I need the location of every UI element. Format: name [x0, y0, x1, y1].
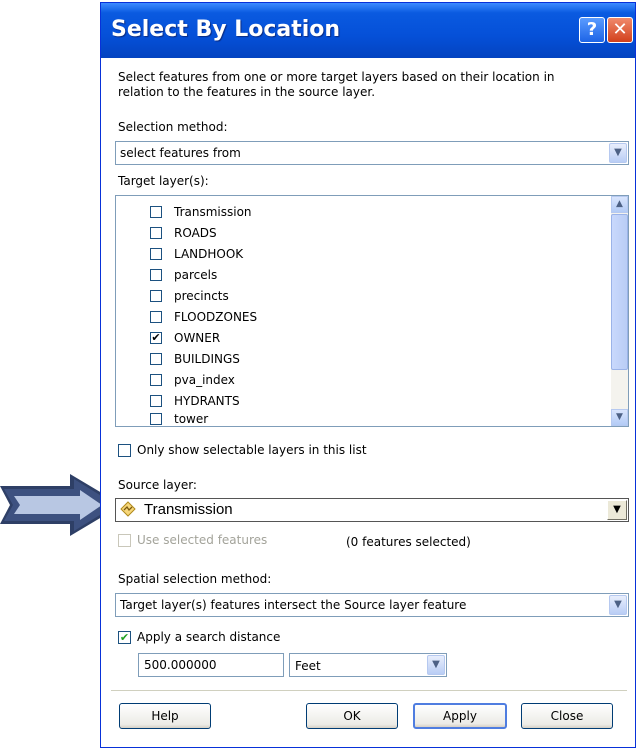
- description-text: Select features from one or more target …: [118, 70, 555, 99]
- layer-checkbox[interactable]: [150, 413, 162, 425]
- layer-checkbox[interactable]: [150, 227, 162, 239]
- source-layer-label: Source layer:: [118, 478, 197, 492]
- spatial-method-value: Target layer(s) features intersect the S…: [120, 598, 467, 612]
- target-layers-list[interactable]: Transmission ROADS LANDHOOK parcels prec…: [115, 195, 629, 427]
- layer-name: pva_index: [174, 373, 235, 387]
- layer-name: ROADS: [174, 226, 217, 240]
- use-selected-checkbox[interactable]: [118, 534, 131, 547]
- close-icon: ✕: [612, 19, 628, 40]
- use-selected-label: Use selected features: [137, 533, 268, 547]
- select-by-location-dialog: Select By Location ? ✕ Select features f…: [100, 2, 636, 748]
- layer-name: FLOODZONES: [174, 310, 258, 324]
- source-layer-value: Transmission: [144, 501, 233, 518]
- distance-unit-value: Feet: [295, 659, 321, 673]
- selection-method-dropdown[interactable]: select features from ▼: [115, 141, 629, 165]
- spatial-method-label: Spatial selection method:: [118, 572, 272, 586]
- line-layer-icon: [120, 501, 136, 517]
- layer-checkbox[interactable]: [150, 269, 162, 281]
- layer-list-scrollbar[interactable]: ▲ ▼: [611, 196, 628, 426]
- scroll-thumb[interactable]: [611, 214, 628, 370]
- search-distance-label: Apply a search distance: [137, 630, 281, 644]
- target-layers-label: Target layer(s):: [118, 174, 209, 188]
- checkmark-icon: ✔: [119, 631, 130, 644]
- layer-name: precincts: [174, 289, 229, 303]
- layer-name: LANDHOOK: [174, 247, 244, 261]
- dialog-title: Select By Location: [111, 17, 341, 42]
- help-button[interactable]: Help: [119, 703, 211, 729]
- chevron-down-icon[interactable]: ▼: [609, 143, 627, 163]
- question-icon: ?: [586, 19, 598, 40]
- chevron-down-icon[interactable]: ▼: [427, 655, 445, 675]
- chevron-up-icon: ▲: [616, 199, 623, 209]
- apply-button[interactable]: Apply: [413, 703, 507, 729]
- chevron-down-icon[interactable]: ▼: [609, 595, 627, 615]
- scroll-down-button[interactable]: ▼: [611, 409, 628, 426]
- layer-name: tower: [174, 412, 209, 426]
- source-layer-dropdown[interactable]: Transmission ▼: [115, 498, 629, 522]
- selection-method-value: select features from: [120, 146, 241, 160]
- chevron-down-icon[interactable]: ▼: [607, 500, 627, 520]
- layer-name: parcels: [174, 268, 218, 282]
- layer-checkbox[interactable]: ✔: [150, 332, 162, 344]
- search-distance-input[interactable]: 500.000000: [138, 653, 284, 677]
- close-title-button[interactable]: ✕: [607, 17, 633, 43]
- distance-unit-dropdown[interactable]: Feet ▼: [289, 653, 447, 677]
- scroll-up-button[interactable]: ▲: [611, 196, 628, 213]
- divider: [111, 690, 627, 691]
- search-distance-checkbox[interactable]: ✔: [118, 631, 131, 644]
- dialog-body: Select features from one or more target …: [101, 58, 635, 747]
- only-selectable-checkbox[interactable]: [118, 444, 131, 457]
- chevron-down-icon: ▼: [616, 412, 623, 422]
- layer-name: Transmission: [174, 205, 252, 219]
- layer-checkbox[interactable]: [150, 311, 162, 323]
- only-selectable-label: Only show selectable layers in this list: [137, 443, 367, 457]
- features-selected-text: (0 features selected): [346, 535, 471, 549]
- layer-checkbox[interactable]: [150, 248, 162, 260]
- selection-method-label: Selection method:: [118, 120, 228, 134]
- close-button[interactable]: Close: [521, 703, 613, 729]
- layer-name: BUILDINGS: [174, 352, 240, 366]
- search-distance-value: 500.000000: [144, 658, 217, 672]
- spatial-method-dropdown[interactable]: Target layer(s) features intersect the S…: [115, 593, 629, 617]
- title-bar[interactable]: Select By Location ? ✕: [101, 3, 635, 58]
- layer-name: OWNER: [174, 331, 221, 345]
- help-title-button[interactable]: ?: [579, 17, 605, 43]
- layer-checkbox[interactable]: [150, 374, 162, 386]
- layer-checkbox[interactable]: [150, 206, 162, 218]
- checkmark-icon: ✔: [151, 331, 161, 344]
- layer-checkbox[interactable]: [150, 290, 162, 302]
- ok-button[interactable]: OK: [306, 703, 398, 729]
- layer-checkbox[interactable]: [150, 395, 162, 407]
- layer-checkbox[interactable]: [150, 353, 162, 365]
- layer-name: HYDRANTS: [174, 394, 240, 408]
